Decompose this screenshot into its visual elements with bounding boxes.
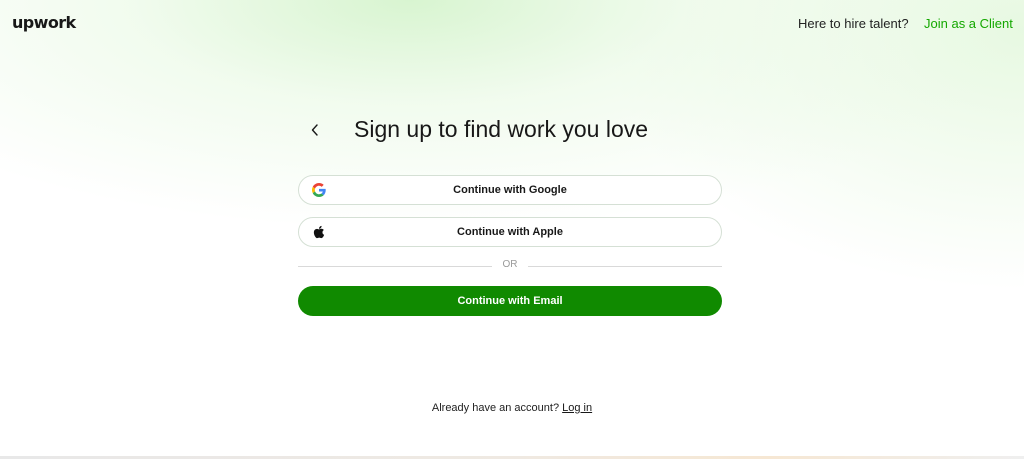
apple-icon xyxy=(312,225,326,239)
email-button-label: Continue with Email xyxy=(457,295,563,307)
upwork-logo[interactable]: upwork xyxy=(12,13,76,32)
divider-line-left xyxy=(298,266,492,267)
join-as-client-link[interactable]: Join as a Client xyxy=(924,16,1013,31)
divider-text: OR xyxy=(502,259,518,270)
or-divider: OR xyxy=(298,259,722,273)
continue-with-email-button[interactable]: Continue with Email xyxy=(298,286,722,316)
hire-talent-text: Here to hire talent? xyxy=(798,16,909,31)
header: upwork Here to hire talent? Join as a Cl… xyxy=(0,0,1024,46)
continue-with-apple-button[interactable]: Continue with Apple xyxy=(298,217,722,247)
login-prompt-text: Already have an account? xyxy=(431,402,560,414)
back-button[interactable] xyxy=(306,120,324,140)
google-button-label: Continue with Google xyxy=(453,184,567,196)
apple-button-label: Continue with Apple xyxy=(457,226,563,238)
continue-with-google-button[interactable]: Continue with Google xyxy=(298,175,722,205)
login-link[interactable]: Log in xyxy=(562,402,592,414)
page-title: Sign up to find work you love xyxy=(354,116,649,142)
google-icon xyxy=(312,183,326,197)
login-prompt: Already have an account? Log in xyxy=(0,402,1024,414)
chevron-left-icon xyxy=(311,124,319,136)
divider-line-right xyxy=(528,266,722,267)
